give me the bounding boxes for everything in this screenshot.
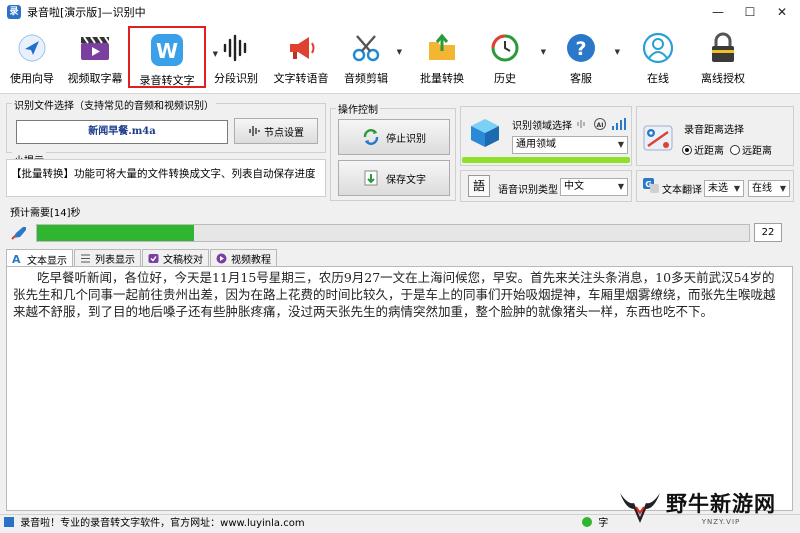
refresh-icon	[362, 128, 380, 146]
domain-label: 识别领域选择	[512, 121, 572, 132]
w-app-icon: W	[149, 32, 185, 68]
toolbar-audio-to-text-button[interactable]: W 录音转文字 ▼	[128, 26, 218, 88]
toolbar-service-button[interactable]: ? 客服 ▼	[558, 26, 620, 88]
window-title: 录音啦[演示版]—识别中	[27, 6, 146, 19]
title-bar: 录 录音啦[演示版]—识别中 — ☐ ✕	[0, 0, 800, 24]
user-online-icon	[640, 30, 676, 66]
distance-label: 录音距离选择	[684, 125, 744, 136]
toolbar-license-button[interactable]: 离线授权	[694, 26, 752, 88]
file-name-field[interactable]: 新闻早餐.m4a	[16, 120, 228, 144]
toolbar-segment-button[interactable]: 分段识别	[210, 26, 262, 88]
translate-label: 文本翻译	[662, 185, 702, 196]
map-route-icon	[642, 122, 674, 154]
translate-source-select[interactable]: 未选 ▼	[704, 180, 744, 197]
rocket-icon	[10, 225, 28, 241]
far-radio[interactable]: 远距离	[730, 142, 772, 157]
radio-unselected-icon	[730, 144, 740, 155]
progress-label: 预计需要[14]秒	[10, 208, 81, 219]
chevron-down-icon[interactable]: ▼	[397, 48, 402, 56]
svg-text:AI: AI	[597, 122, 604, 129]
chevron-down-icon[interactable]: ▼	[541, 48, 546, 56]
toolbar-history-button[interactable]: 历史 ▼	[484, 26, 546, 88]
proofread-icon	[148, 253, 159, 264]
close-button[interactable]: ✕	[766, 0, 798, 24]
translate-mode-select[interactable]: 在线 ▼	[748, 180, 790, 197]
language-badge-icon: 語	[468, 175, 490, 197]
chevron-down-icon: ▼	[733, 184, 740, 193]
navigation-arrow-icon	[14, 30, 50, 66]
speech-type-select[interactable]: 中文 ▼	[560, 178, 628, 196]
help-question-icon: ?	[563, 30, 599, 66]
translate-icon: G	[642, 177, 660, 195]
sound-wave-icon	[248, 125, 260, 137]
near-radio[interactable]: 近距离	[682, 142, 724, 157]
cube-icon	[468, 116, 502, 150]
tab-list-display[interactable]: 列表显示	[74, 249, 141, 267]
view-tabs: A 文本显示 列表显示 文稿校对 视频教程	[6, 249, 278, 268]
main-toolbar: 使用向导 视频取字幕 W 录音转文字 ▼ 分段识别 文字转语音 音频剪辑 ▼ 批…	[0, 24, 800, 94]
text-a-icon: A	[12, 252, 21, 266]
speech-type-label: 语音识别类型	[498, 185, 558, 196]
toolbar-tts-button[interactable]: 文字转语音	[272, 26, 330, 88]
ai-signal-icon: AI	[576, 117, 626, 131]
transcript-text-area[interactable]: 吃早餐听新闻，各位好，今天是11月15号星期三，农历9月27一文在上海问候您，早…	[6, 266, 793, 511]
operation-label: 操作控制	[336, 101, 380, 116]
app-status-icon	[4, 517, 14, 527]
watermark-subtext: YNZY.VIP	[701, 518, 741, 526]
progress-bar	[36, 224, 750, 242]
toolbar-video-subtitle-button[interactable]: 视频取字幕	[64, 26, 126, 88]
play-circle-icon	[216, 253, 227, 264]
watermark-text: 野牛新游网	[666, 492, 776, 516]
file-select-label: 识别文件选择（支持常见的音频和视频识别）	[12, 97, 216, 112]
sound-wave-icon	[218, 30, 254, 66]
scissors-icon	[348, 30, 384, 66]
app-window: 录 录音啦[演示版]—识别中 — ☐ ✕ 使用向导 视频取字幕 W 录音转文字 …	[0, 0, 800, 533]
chevron-down-icon: ▼	[617, 140, 624, 149]
toolbar-batch-button[interactable]: 批量转换	[416, 26, 468, 88]
folder-arrow-icon	[424, 30, 460, 66]
svg-text:?: ?	[575, 38, 586, 60]
watermark: 野牛新游网 YNZY.VIP	[618, 484, 798, 530]
radio-selected-icon	[682, 144, 692, 155]
status-text: 录音啦！专业的录音转文字软件，官方网址：www.luyinla.com	[20, 518, 305, 529]
chevron-down-icon: ▼	[617, 182, 624, 191]
app-icon: 录	[7, 5, 21, 19]
film-clapper-icon	[77, 30, 113, 66]
save-text-button[interactable]: 保存文字	[338, 160, 450, 196]
progress-value: 22	[754, 223, 782, 242]
chevron-down-icon[interactable]: ▼	[615, 48, 620, 56]
toolbar-guide-button[interactable]: 使用向导	[6, 26, 58, 88]
tab-proofread[interactable]: 文稿校对	[142, 249, 209, 267]
tip-text: 【批量转换】功能可将大量的文件转换成文字、列表自动保存进度	[11, 168, 316, 180]
save-document-icon	[362, 169, 380, 187]
toolbar-online-button[interactable]: 在线	[636, 26, 680, 88]
history-clock-icon	[487, 30, 523, 66]
status-right-text: 字	[582, 515, 608, 533]
domain-select[interactable]: 通用领域 ▼	[512, 136, 628, 154]
chevron-down-icon: ▼	[779, 184, 786, 193]
minimize-button[interactable]: —	[702, 0, 734, 24]
tip-box: 【批量转换】功能可将大量的文件转换成文字、列表自动保存进度	[6, 159, 326, 197]
progress-fill	[37, 225, 194, 241]
maximize-button[interactable]: ☐	[734, 0, 766, 24]
megaphone-icon	[283, 30, 319, 66]
tab-video-tutorial[interactable]: 视频教程	[210, 249, 277, 267]
list-icon	[80, 253, 91, 264]
stop-recognition-button[interactable]: 停止识别	[338, 119, 450, 155]
toolbar-audio-edit-button[interactable]: 音频剪辑 ▼	[340, 26, 402, 88]
node-settings-button[interactable]: 节点设置	[234, 118, 318, 144]
bull-logo-icon	[618, 487, 662, 527]
svg-text:W: W	[156, 39, 178, 63]
padlock-icon	[705, 30, 741, 66]
domain-highlight-bar	[462, 157, 630, 163]
online-dot-icon	[582, 517, 592, 527]
